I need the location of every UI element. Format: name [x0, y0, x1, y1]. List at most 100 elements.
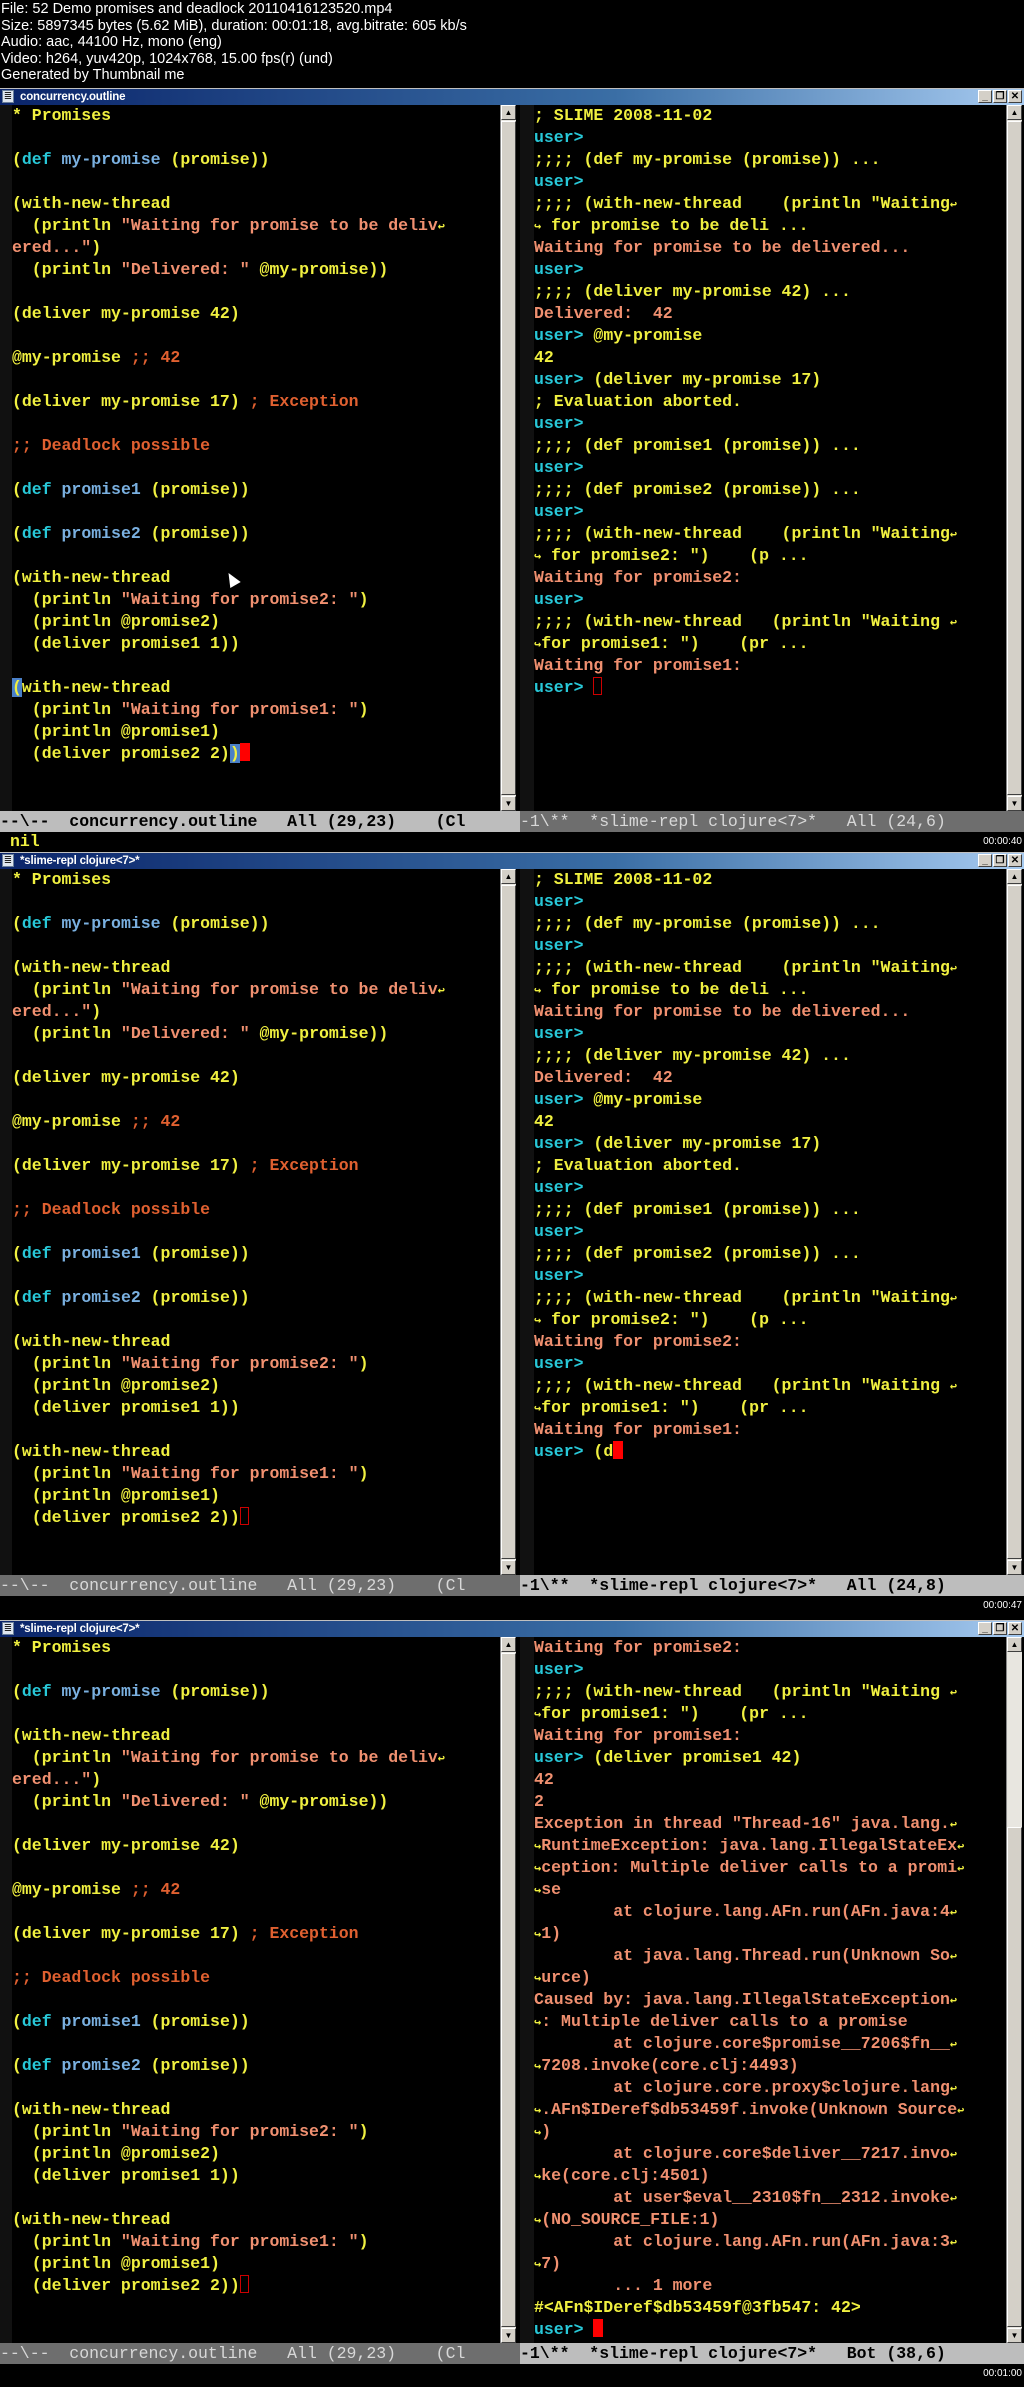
scroll-thumb[interactable] — [501, 885, 516, 1559]
repl-line: Delivered: 42 — [534, 1067, 957, 1089]
code-line: (println "Waiting for promise to be deli… — [12, 215, 445, 237]
code-token: ; Exception — [249, 1924, 359, 1943]
scroll-up-arrow-icon[interactable]: ▲ — [1007, 105, 1022, 120]
outline-editor-pane[interactable]: * Promises (def my-promise (promise)) (wit… — [0, 105, 498, 811]
window-titlebar[interactable]: ≣ concurrency.outline _ ❐ ✕ — [0, 88, 1024, 105]
scroll-up-arrow-icon[interactable]: ▲ — [1007, 869, 1022, 884]
right-modeline[interactable]: -1\** *slime-repl clojure<7>* Bot (38,6) — [520, 2343, 1024, 2364]
code-token: ;;;; (with-new-thread (println "Waiting — [534, 1682, 950, 1701]
close-button[interactable]: ✕ — [1008, 90, 1022, 103]
outline-editor-pane[interactable]: * Promises (def my-promise (promise)) (wit… — [0, 869, 498, 1575]
minibuffer[interactable] — [0, 2364, 1024, 2384]
code-token: promise1 — [61, 2012, 141, 2031]
repl-scrollbar[interactable]: ▲ ▼ — [1006, 105, 1022, 811]
scroll-up-arrow-icon[interactable]: ▲ — [1007, 1637, 1022, 1652]
repl-output: Waiting for promise2: user> ;;;; (with-new… — [534, 1637, 964, 2341]
code-token: ) — [541, 2122, 552, 2141]
scroll-thumb[interactable] — [1007, 121, 1022, 795]
code-line: (with-new-thread — [12, 193, 445, 215]
repl-line: ↪ for promise2: ") (p ... — [534, 1309, 957, 1331]
code-line: (println "Delivered: " @my-promise)) — [12, 1023, 445, 1045]
repl-scrollbar[interactable]: ▲ ▼ — [1006, 869, 1022, 1575]
slime-repl-pane[interactable]: Waiting for promise2: user> ;;;; (with-new… — [520, 1637, 1004, 2343]
code-line: (with-new-thread — [12, 957, 445, 979]
code-line: (println @promise1) — [12, 1485, 445, 1507]
code-line: ered...") — [12, 237, 445, 259]
scroll-up-arrow-icon[interactable]: ▲ — [501, 869, 516, 884]
outline-scrollbar[interactable]: ▲ ▼ — [500, 1637, 516, 2343]
video-timestamp: 00:00:47 — [983, 1600, 1022, 1611]
left-modeline[interactable]: --\-- concurrency.outline All (29,23) (C… — [0, 2343, 520, 2364]
left-fringe — [0, 105, 12, 811]
scroll-down-arrow-icon[interactable]: ▼ — [1007, 2328, 1022, 2343]
slime-repl-pane[interactable]: ; SLIME 2008-11-02 user> ;;;; (def my-prom… — [520, 105, 1004, 811]
slime-repl-pane[interactable]: ; SLIME 2008-11-02 user> ;;;; (def my-prom… — [520, 869, 1004, 1575]
window-titlebar[interactable]: ≣ *slime-repl clojure<7>* _ ❐ ✕ — [0, 852, 1024, 869]
left-modeline[interactable]: --\-- concurrency.outline All (29,23) (C… — [0, 811, 520, 832]
scroll-thumb[interactable] — [1007, 885, 1022, 1559]
outline-scrollbar[interactable]: ▲ ▼ — [500, 869, 516, 1575]
repl-line: Delivered: 42 — [534, 303, 957, 325]
code-token: (with-new-thread — [12, 958, 171, 977]
outline-editor-pane[interactable]: * Promises (def my-promise (promise)) (wit… — [0, 1637, 498, 2343]
minimize-button[interactable]: _ — [978, 90, 992, 103]
right-fringe — [520, 105, 534, 811]
minibuffer[interactable]: nil — [0, 832, 1024, 852]
scroll-down-arrow-icon[interactable]: ▼ — [501, 2328, 516, 2343]
code-token: ;; Deadlock possible — [12, 1968, 211, 1987]
scroll-thumb[interactable] — [501, 121, 516, 795]
emacs-window: ≣ *slime-repl clojure<7>* _ ❐ ✕ * Promises (de… — [0, 1620, 1024, 2384]
line-wrap-icon: ↩ — [949, 1686, 958, 1700]
repl-line: ↪(NO_SOURCE_FILE:1) — [534, 2209, 964, 2231]
scroll-up-arrow-icon[interactable]: ▲ — [501, 1637, 516, 1652]
minimize-button[interactable]: _ — [978, 1622, 992, 1635]
scroll-thumb[interactable] — [1007, 1827, 1022, 2327]
code-line: (println "Waiting for promise1: ") — [12, 2231, 445, 2253]
right-modeline[interactable]: -1\** *slime-repl clojure<7>* All (24,6) — [520, 811, 1024, 832]
code-line: (with-new-thread — [12, 1331, 445, 1353]
code-token: for promise1: ") (pr ... — [541, 1398, 809, 1417]
outline-code: * Promises (def my-promise (promise)) (wit… — [12, 869, 445, 1529]
text-cursor — [239, 743, 250, 761]
scroll-down-arrow-icon[interactable]: ▼ — [1007, 1560, 1022, 1575]
video-timestamp: 00:00:40 — [983, 836, 1022, 847]
code-token: ) — [91, 1002, 102, 1021]
minibuffer[interactable] — [0, 1596, 1024, 1616]
repl-line: user> — [534, 935, 957, 957]
repl-line: ↪ for promise2: ") (p ... — [534, 545, 957, 567]
scroll-up-arrow-icon[interactable]: ▲ — [501, 105, 516, 120]
scroll-thumb[interactable] — [501, 1653, 516, 2327]
close-button[interactable]: ✕ — [1008, 854, 1022, 867]
code-token: "Waiting for promise2: " — [120, 590, 359, 609]
outline-scrollbar[interactable]: ▲ ▼ — [500, 105, 516, 811]
close-button[interactable]: ✕ — [1008, 1622, 1022, 1635]
repl-line: ↪7208.invoke(core.clj:4493) — [534, 2055, 964, 2077]
code-line: (def my-promise (promise)) — [12, 913, 445, 935]
repl-line: ; Evaluation aborted. — [534, 1155, 957, 1177]
left-modeline[interactable]: --\-- concurrency.outline All (29,23) (C… — [0, 1575, 520, 1596]
right-modeline[interactable]: -1\** *slime-repl clojure<7>* All (24,8) — [520, 1575, 1024, 1596]
scroll-down-arrow-icon[interactable]: ▼ — [501, 1560, 516, 1575]
repl-scrollbar[interactable]: ▲ ▼ — [1006, 1637, 1022, 2343]
repl-line: user> (deliver my-promise 17) — [534, 1133, 957, 1155]
restore-button[interactable]: ❐ — [993, 90, 1007, 103]
restore-button[interactable]: ❐ — [993, 1622, 1007, 1635]
code-token: user> — [534, 370, 584, 389]
window-titlebar[interactable]: ≣ *slime-repl clojure<7>* _ ❐ ✕ — [0, 1620, 1024, 1637]
code-token: (promise)) — [140, 2012, 250, 2031]
code-token: "Delivered: " — [120, 1024, 250, 1043]
restore-button[interactable]: ❐ — [993, 854, 1007, 867]
scroll-down-arrow-icon[interactable]: ▼ — [1007, 796, 1022, 811]
code-token: ( — [12, 150, 22, 169]
scroll-down-arrow-icon[interactable]: ▼ — [501, 796, 516, 811]
minimize-button[interactable]: _ — [978, 854, 992, 867]
code-token: ; Exception — [249, 1156, 359, 1175]
code-line: (deliver promise1 1)) — [12, 2165, 445, 2187]
code-line: ;; Deadlock possible — [12, 1967, 445, 1989]
code-token: @my-promise — [12, 348, 131, 367]
repl-line: #<AFn$IDeref$db53459f@3fb547: 42> — [534, 2297, 964, 2319]
